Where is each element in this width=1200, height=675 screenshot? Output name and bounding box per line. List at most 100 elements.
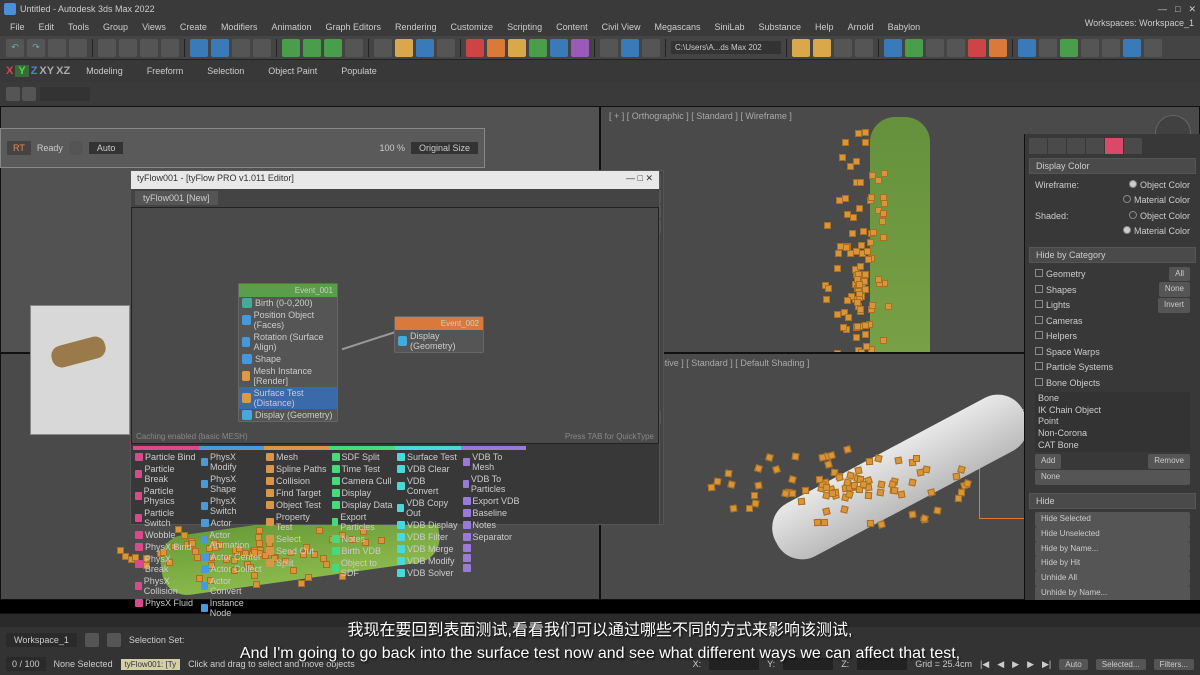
tool-icon[interactable] bbox=[989, 39, 1007, 57]
palette-op[interactable]: Send Out bbox=[264, 545, 330, 557]
event-node-1[interactable]: Event_001 Birth (0-0,200) Position Objec… bbox=[238, 283, 338, 422]
palette-op[interactable]: PhysX Bind bbox=[133, 541, 199, 553]
radio[interactable] bbox=[1129, 180, 1137, 188]
palette-op[interactable]: Collision bbox=[264, 475, 330, 487]
tool-icon[interactable] bbox=[813, 39, 831, 57]
menu-file[interactable]: File bbox=[4, 20, 31, 34]
tool-icon[interactable] bbox=[437, 39, 455, 57]
none-button[interactable]: None bbox=[1159, 282, 1190, 297]
menu-create[interactable]: Create bbox=[174, 20, 213, 34]
scale-field[interactable]: 100 % bbox=[379, 143, 405, 153]
menu-civil[interactable]: Civil View bbox=[596, 20, 647, 34]
menu-customize[interactable]: Customize bbox=[445, 20, 500, 34]
palette-op[interactable]: Property Test bbox=[264, 511, 330, 533]
add-button[interactable]: Add bbox=[1035, 454, 1061, 469]
checkbox[interactable] bbox=[1035, 285, 1043, 293]
minimize-icon[interactable]: — bbox=[1158, 4, 1167, 15]
menu-substance[interactable]: Substance bbox=[753, 20, 808, 34]
menu-edit[interactable]: Edit bbox=[33, 20, 61, 34]
all-button[interactable]: All bbox=[1169, 267, 1190, 282]
palette-op[interactable]: Notes bbox=[330, 533, 396, 545]
layer-field[interactable] bbox=[40, 87, 90, 101]
maximize-icon[interactable]: □ bbox=[1175, 4, 1180, 15]
palette-op[interactable]: Particle Physics bbox=[133, 485, 199, 507]
hide-by-hit-button[interactable]: Hide by Hit bbox=[1035, 556, 1190, 571]
palette-op[interactable]: SDF Split bbox=[330, 451, 396, 463]
tab-freeform[interactable]: Freeform bbox=[139, 64, 192, 78]
tyflow-titlebar[interactable]: tyFlow001 - [tyFlow PRO v1.011 Editor] —… bbox=[131, 171, 659, 189]
tool-icon[interactable] bbox=[884, 39, 902, 57]
tool-icon[interactable] bbox=[22, 87, 36, 101]
palette-op[interactable]: Object to SDF bbox=[330, 557, 396, 579]
tool-icon[interactable] bbox=[345, 39, 363, 57]
palette-op[interactable] bbox=[461, 543, 527, 553]
redo-icon[interactable]: ↷ bbox=[27, 39, 45, 57]
angle-snap-icon[interactable] bbox=[303, 39, 321, 57]
tool-icon[interactable] bbox=[1081, 39, 1099, 57]
size-dropdown[interactable]: Original Size bbox=[411, 142, 478, 154]
tool-icon[interactable] bbox=[947, 39, 965, 57]
tool-icon[interactable] bbox=[1039, 39, 1057, 57]
snap-icon[interactable] bbox=[282, 39, 300, 57]
tool-icon[interactable] bbox=[1018, 39, 1036, 57]
palette-op[interactable]: Spline Paths bbox=[264, 463, 330, 475]
tab-populate[interactable]: Populate bbox=[333, 64, 385, 78]
menu-babylon[interactable]: Babylon bbox=[882, 20, 927, 34]
palette-op[interactable]: PhysX Switch bbox=[199, 495, 265, 517]
palette-op[interactable]: Time Test bbox=[330, 463, 396, 475]
palette-op[interactable]: Wobble bbox=[133, 529, 199, 541]
render-icon[interactable] bbox=[968, 39, 986, 57]
tab-modeling[interactable]: Modeling bbox=[78, 64, 131, 78]
palette-op[interactable]: Actor bbox=[199, 517, 265, 529]
menu-group[interactable]: Group bbox=[97, 20, 134, 34]
create-tab-icon[interactable] bbox=[1029, 138, 1047, 154]
unhide-by-name-button[interactable]: Unhide by Name... bbox=[1035, 586, 1190, 600]
palette-op[interactable]: Split bbox=[264, 557, 330, 569]
palette-op[interactable]: VDB Filter bbox=[395, 531, 461, 543]
palette-op[interactable]: VDB Modify bbox=[395, 555, 461, 567]
move-icon[interactable] bbox=[119, 39, 137, 57]
hierarchy-tab-icon[interactable] bbox=[1067, 138, 1085, 154]
palette-op[interactable] bbox=[461, 553, 527, 563]
palette-op[interactable]: PhysX Collision bbox=[133, 575, 199, 597]
palette-op[interactable]: Surface Test bbox=[395, 451, 461, 463]
hide-unselected-button[interactable]: Hide Unselected bbox=[1035, 527, 1190, 542]
palette-op[interactable]: Baseline bbox=[461, 507, 527, 519]
palette-op[interactable]: Particle Bind bbox=[133, 451, 199, 463]
menu-sinilab[interactable]: SiniLab bbox=[708, 20, 750, 34]
tool-icon[interactable] bbox=[190, 39, 208, 57]
tool-icon[interactable] bbox=[1144, 39, 1162, 57]
rollout-hide[interactable]: Hide bbox=[1029, 493, 1196, 509]
tool-icon[interactable] bbox=[571, 39, 589, 57]
tool-icon[interactable] bbox=[253, 39, 271, 57]
tool-icon[interactable] bbox=[905, 39, 923, 57]
palette-op[interactable]: Actor Convert bbox=[199, 575, 265, 597]
palette-op[interactable]: VDB To Particles bbox=[461, 473, 527, 495]
radio[interactable] bbox=[1129, 211, 1137, 219]
tool-icon[interactable] bbox=[926, 39, 944, 57]
palette-op[interactable]: Camera Cull bbox=[330, 475, 396, 487]
tool-icon[interactable] bbox=[550, 39, 568, 57]
axis-z[interactable]: Z bbox=[31, 65, 38, 77]
palette-op[interactable]: Export Particles bbox=[330, 511, 396, 533]
palette-op[interactable]: Select bbox=[264, 533, 330, 545]
none-button[interactable]: None bbox=[1035, 470, 1190, 485]
palette-op[interactable]: VDB Convert bbox=[395, 475, 461, 497]
palette-op[interactable]: PhysX Shape bbox=[199, 473, 265, 495]
tool-icon[interactable] bbox=[232, 39, 250, 57]
menu-rendering[interactable]: Rendering bbox=[389, 20, 443, 34]
palette-op[interactable]: VDB Display bbox=[395, 519, 461, 531]
rotate-icon[interactable] bbox=[140, 39, 158, 57]
palette-op[interactable]: VDB Copy Out bbox=[395, 497, 461, 519]
modify-tab-icon[interactable] bbox=[1048, 138, 1066, 154]
tab-selection[interactable]: Selection bbox=[199, 64, 252, 78]
palette-op[interactable]: Instance Node bbox=[199, 597, 265, 619]
tool-icon[interactable] bbox=[855, 39, 873, 57]
tool-icon[interactable] bbox=[211, 39, 229, 57]
material-editor-icon[interactable] bbox=[642, 39, 660, 57]
palette-op[interactable]: Mesh bbox=[264, 451, 330, 463]
link-icon[interactable] bbox=[48, 39, 66, 57]
tool-icon[interactable] bbox=[600, 39, 618, 57]
palette-op[interactable]: PhysX Modify bbox=[199, 451, 265, 473]
palette-op[interactable] bbox=[461, 563, 527, 573]
